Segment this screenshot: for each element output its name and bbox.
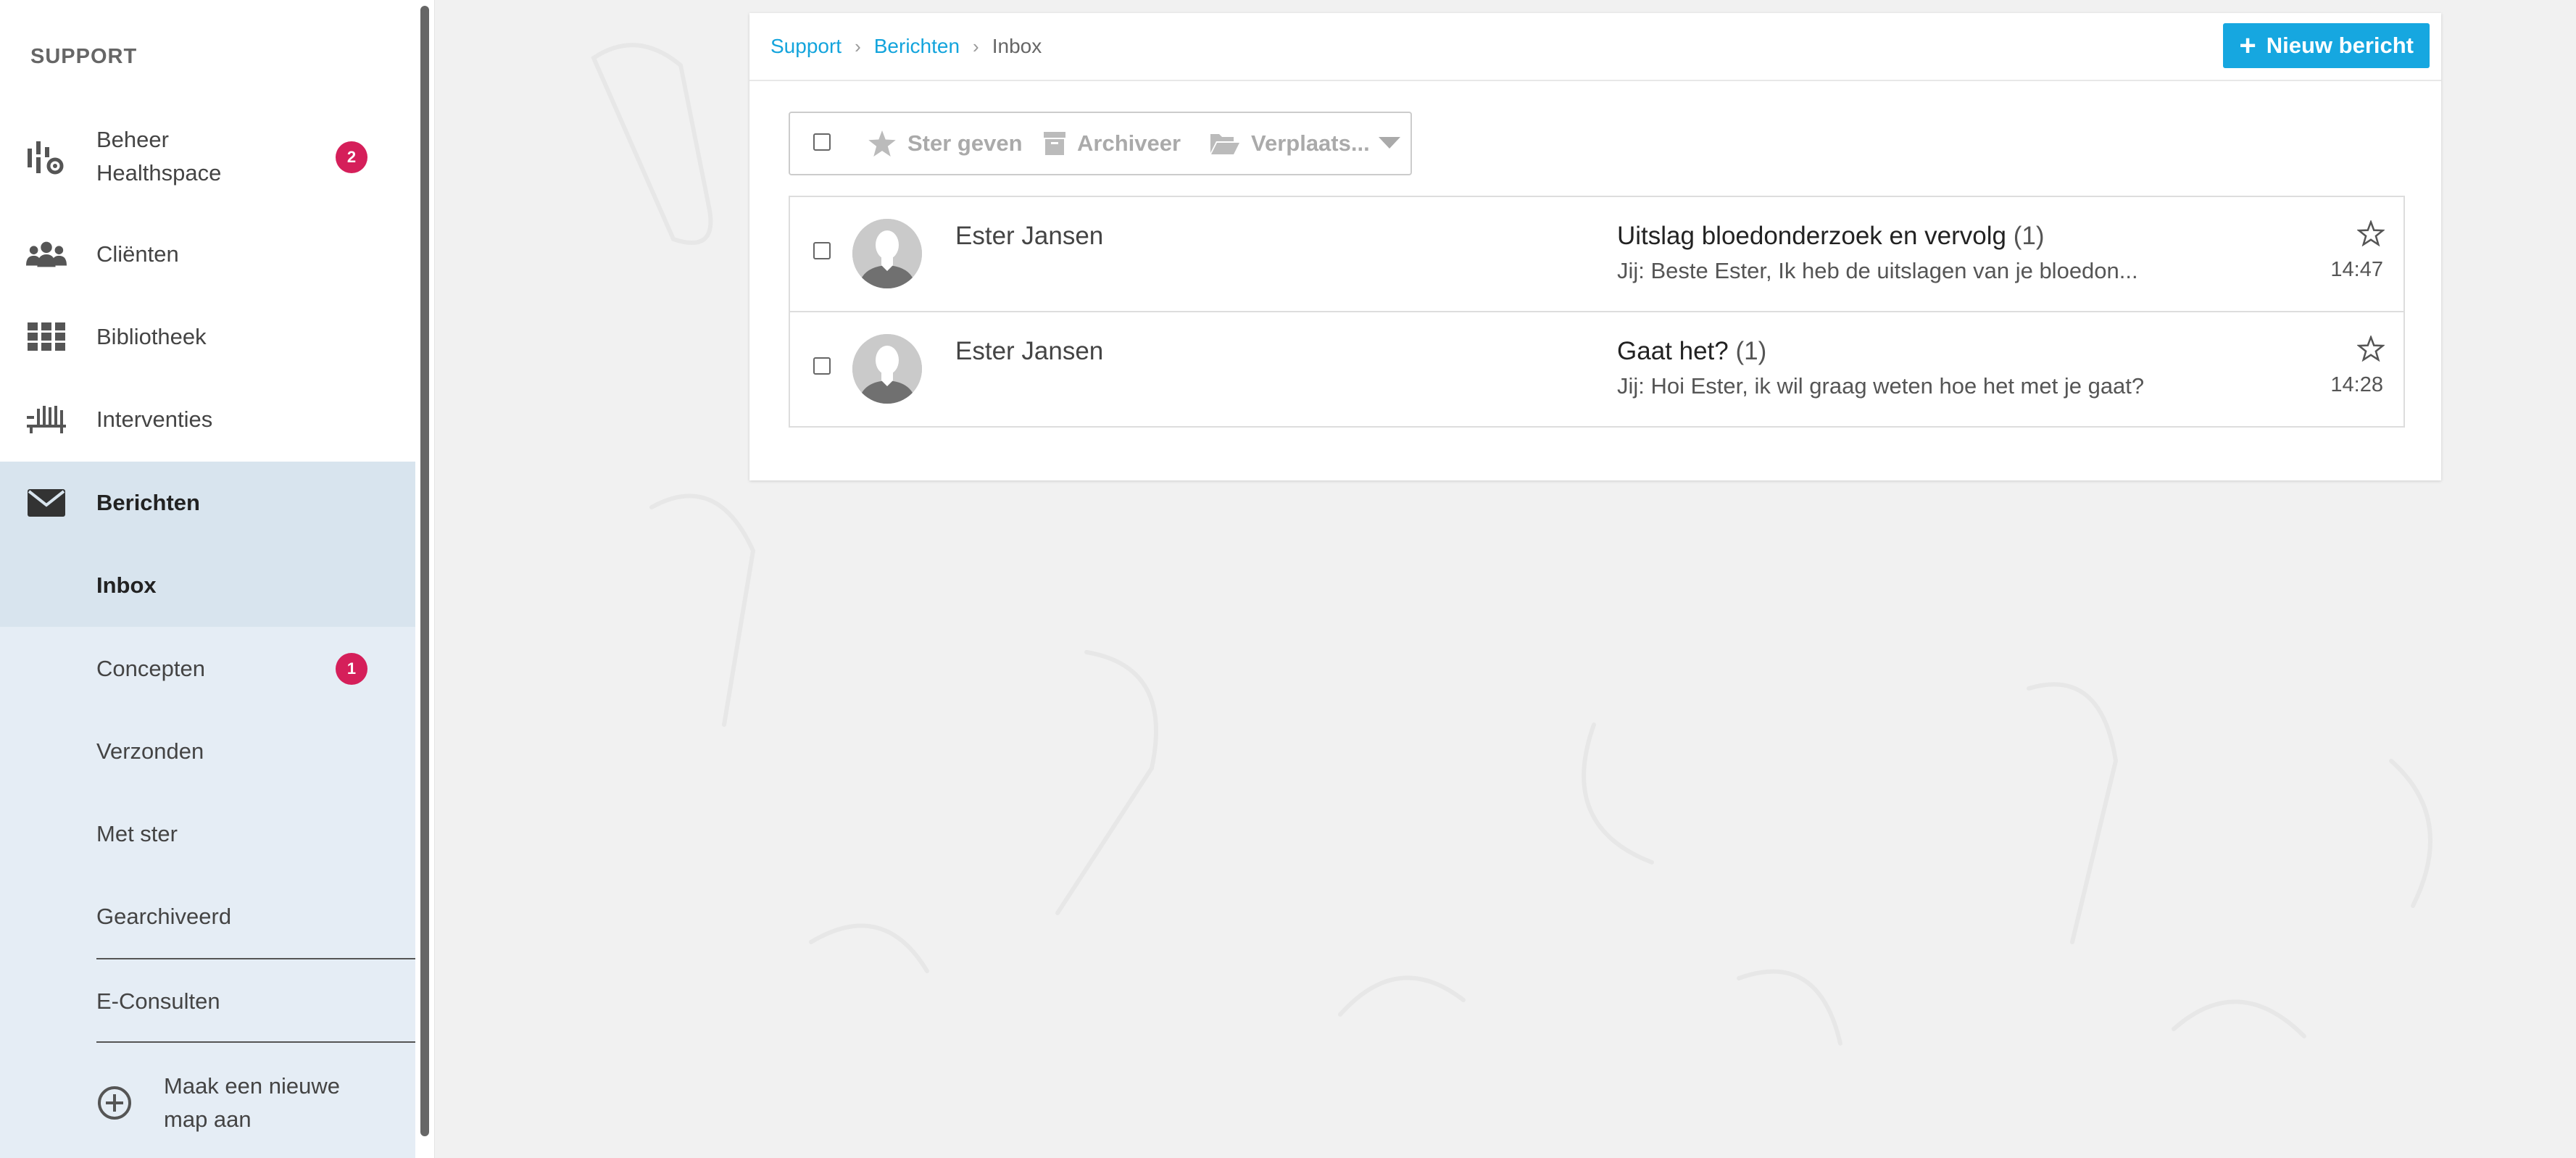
sidebar-subitem-gearchiveerd[interactable]: Gearchiveerd <box>0 875 415 958</box>
header-divider <box>749 80 2441 81</box>
chevron-right-icon: › <box>855 35 861 57</box>
sidebar-item-label: Bibliotheek <box>96 324 207 349</box>
message-list: Ester Jansen Uitslag bloedonderzoek en v… <box>789 196 2405 428</box>
sidebar-title: SUPPORT <box>30 45 138 68</box>
message-row[interactable]: Ester Jansen Gaat het? (1) Jij: Hoi Este… <box>790 312 2403 426</box>
messages-card: Support › Berichten › Inbox + Nieuw beri… <box>749 13 2441 480</box>
move-label: Verplaats... <box>1251 130 1370 156</box>
message-checkbox[interactable] <box>813 357 831 375</box>
sidebar-scrollbar[interactable] <box>420 6 429 1136</box>
message-count: (1) <box>2013 222 2045 250</box>
sidebar-item-label: Inbox <box>96 572 157 598</box>
message-sender: Ester Jansen <box>955 337 1104 365</box>
sidebar-item-interventies[interactable]: Interventies <box>0 378 415 461</box>
new-folder-button[interactable]: Maak een nieuwe map aan <box>0 1060 415 1146</box>
breadcrumb-berichten[interactable]: Berichten <box>874 35 960 58</box>
sidebar-item-beheer-healthspace[interactable]: Beheer Healthspace 2 <box>0 116 415 199</box>
move-dropdown[interactable]: Verplaats... <box>1210 113 1400 174</box>
sidebar-subitem-inbox[interactable]: Inbox <box>0 544 415 627</box>
caret-down-icon <box>1378 137 1400 149</box>
breadcrumb: Support › Berichten › Inbox <box>770 35 1042 58</box>
sidebar-item-clienten[interactable]: Cliënten <box>0 213 415 296</box>
sidebar-divider <box>96 1041 415 1043</box>
folder-open-icon <box>1210 134 1239 154</box>
sidebar-subitem-e-consulten[interactable]: E-Consulten <box>0 960 415 1043</box>
sidebar-item-label: Verzonden <box>96 738 204 764</box>
envelope-icon <box>26 483 67 523</box>
message-subject: Gaat het? (1) <box>1617 337 1767 365</box>
new-message-button[interactable]: + Nieuw bericht <box>2223 23 2430 68</box>
avatar <box>852 219 922 288</box>
sidebar-subitem-concepten[interactable]: Concepten 1 <box>0 628 415 710</box>
notification-badge: 1 <box>336 653 367 685</box>
sidebar-item-label: E-Consulten <box>96 988 220 1014</box>
sidebar-divider <box>96 958 415 959</box>
star-label: Ster geven <box>907 130 1023 156</box>
sidebar-item-label: Berichten <box>96 490 200 515</box>
message-time: 14:47 <box>2330 258 2383 281</box>
message-row[interactable]: Ester Jansen Uitslag bloedonderzoek en v… <box>790 197 2403 312</box>
avatar <box>852 334 922 404</box>
sidebar: SUPPORT Beheer Healthspace 2 Cliënten Bi… <box>0 0 415 1158</box>
message-preview: Jij: Hoi Ester, ik wil graag weten hoe h… <box>1617 373 2145 399</box>
message-subject: Uitslag bloedonderzoek en vervolg (1) <box>1617 222 2045 250</box>
sidebar-item-label: Cliënten <box>96 241 179 267</box>
users-icon <box>26 234 67 275</box>
archive-button[interactable]: Archiveer <box>1044 113 1181 174</box>
breadcrumb-support[interactable]: Support <box>770 35 842 58</box>
archive-label: Archiveer <box>1077 130 1181 156</box>
star-icon <box>868 130 896 157</box>
grid-icon <box>26 317 67 357</box>
sidebar-subitem-met-ster[interactable]: Met ster <box>0 793 415 875</box>
star-outline-icon[interactable] <box>2357 336 2385 362</box>
sidebar-subitem-verzonden[interactable]: Verzonden <box>0 710 415 793</box>
notification-badge: 2 <box>336 141 367 173</box>
star-button[interactable]: Ster geven <box>868 113 1023 174</box>
new-message-label: Nieuw bericht <box>2266 33 2414 58</box>
message-checkbox[interactable] <box>813 242 831 259</box>
sidebar-item-bibliotheek[interactable]: Bibliotheek <box>0 296 415 378</box>
message-count: (1) <box>1735 337 1767 365</box>
message-sender: Ester Jansen <box>955 222 1104 250</box>
sidebar-item-berichten[interactable]: Berichten <box>0 462 415 544</box>
sidebar-item-label: Interventies <box>96 407 213 432</box>
sidebar-item-label: Met ster <box>96 821 178 846</box>
archive-icon <box>1044 132 1065 155</box>
plus-circle-icon <box>94 1083 135 1123</box>
breadcrumb-current: Inbox <box>992 35 1042 57</box>
interventions-icon <box>26 399 67 440</box>
admin-gear-icon <box>26 137 67 178</box>
sidebar-item-label: Gearchiveerd <box>96 904 232 929</box>
message-time: 14:28 <box>2330 373 2383 396</box>
select-all-checkbox[interactable] <box>813 133 831 151</box>
plus-icon: + <box>2239 30 2256 62</box>
bulk-actions-toolbar: Ster geven Archiveer Verplaats... <box>789 112 1412 175</box>
chevron-right-icon: › <box>973 35 979 57</box>
new-folder-label: Maak een nieuwe map aan <box>164 1073 340 1132</box>
star-outline-icon[interactable] <box>2357 220 2385 246</box>
sidebar-item-label: Concepten <box>96 656 205 681</box>
message-preview: Jij: Beste Ester, Ik heb de uitslagen va… <box>1617 258 2138 283</box>
sidebar-item-label: Beheer Healthspace <box>96 127 222 186</box>
